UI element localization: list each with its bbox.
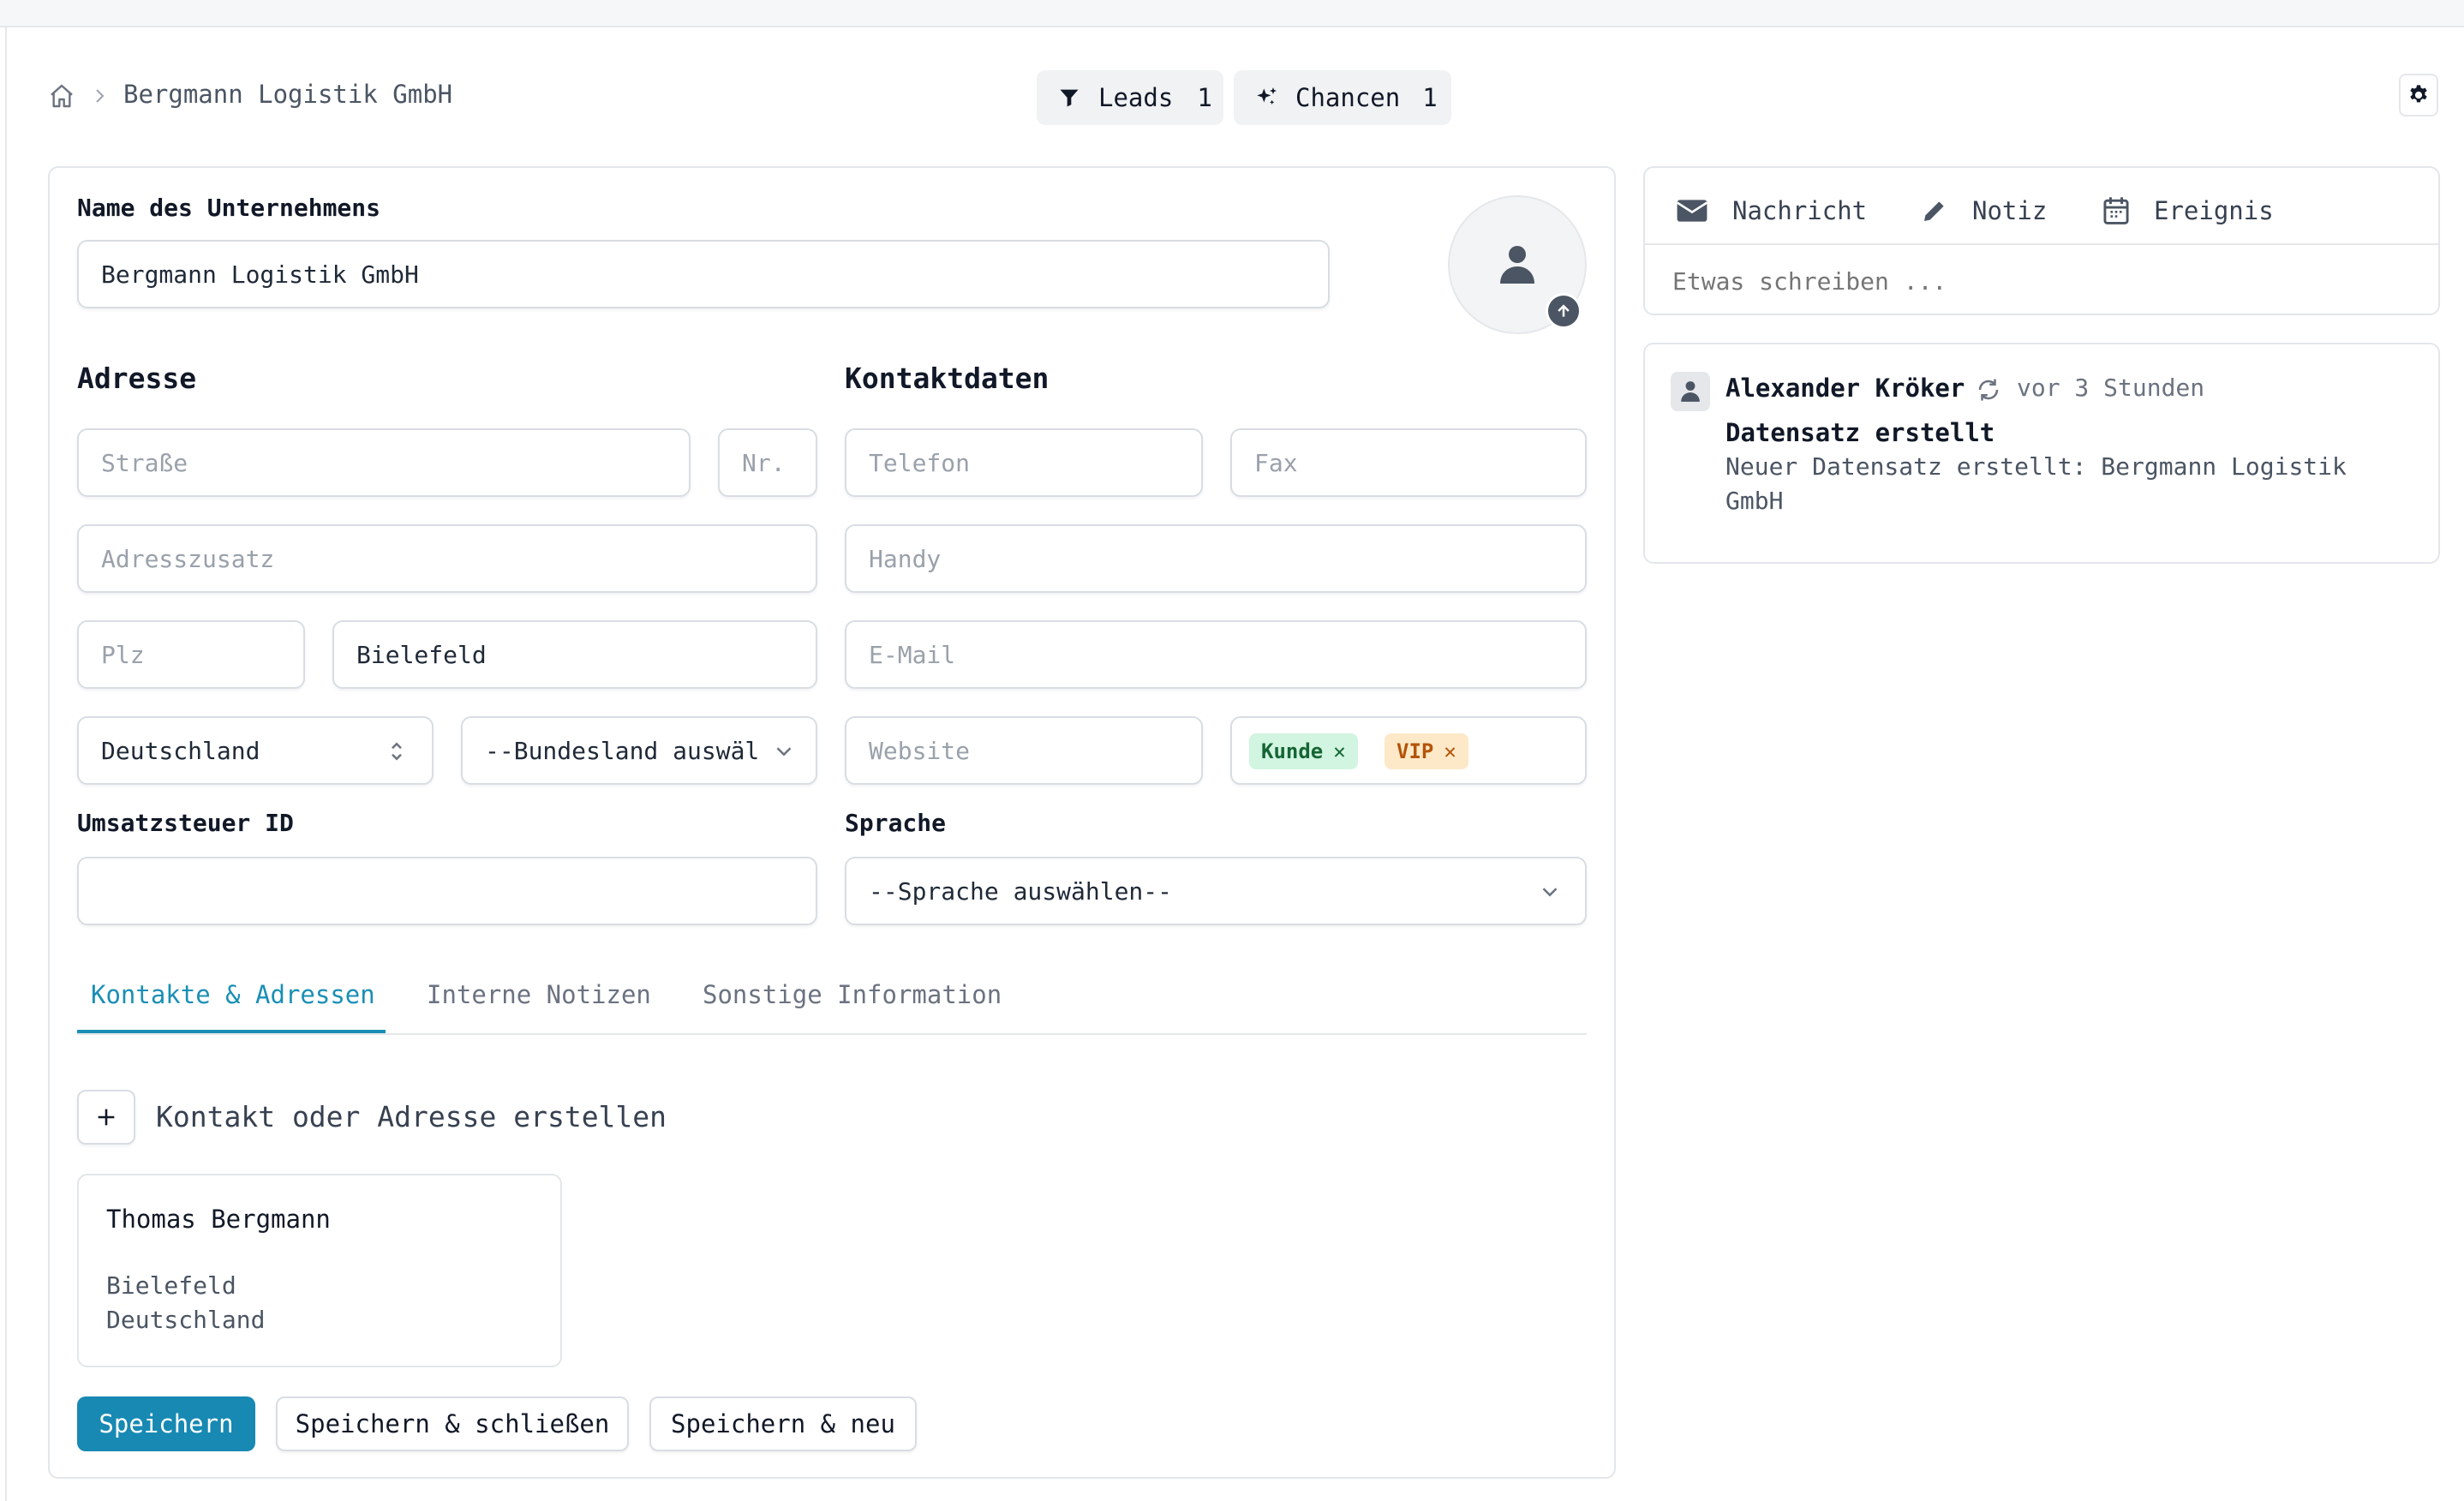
phone-field[interactable] xyxy=(845,428,1203,497)
activity-body-line1: Neuer Datensatz erstellt: Bergmann Logis… xyxy=(1725,452,2347,481)
street-input[interactable] xyxy=(79,430,689,495)
website-input[interactable] xyxy=(846,718,1201,783)
company-name-label: Name des Unternehmens xyxy=(77,194,381,222)
tab-interne-notizen[interactable]: Interne Notizen xyxy=(427,980,651,1009)
calendar-icon xyxy=(2102,196,2130,225)
activity-input-field[interactable] xyxy=(1645,248,2438,314)
tab-notiz-label: Notiz xyxy=(1972,196,2048,225)
mobile-input[interactable] xyxy=(846,526,1585,591)
tab-nachricht-label: Nachricht xyxy=(1732,196,1868,225)
tag-vip-label: VIP xyxy=(1396,739,1434,763)
vat-label: Umsatzsteuer ID xyxy=(77,809,294,837)
vat-field[interactable] xyxy=(77,857,817,925)
house-number-input[interactable] xyxy=(720,430,816,495)
tab-nachricht[interactable]: Nachricht xyxy=(1676,192,1867,230)
tags-field[interactable]: Kunde ✕ VIP ✕ xyxy=(1230,716,1587,785)
leads-label: Leads xyxy=(1098,83,1174,112)
contact-heading: Kontaktdaten xyxy=(845,362,1050,395)
contact-country: Deutschland xyxy=(106,1306,266,1334)
chevron-down-icon xyxy=(1537,879,1563,905)
envelope-icon xyxy=(1676,198,1708,224)
save-close-button[interactable]: Speichern & schließen xyxy=(276,1396,629,1451)
tabs-divider xyxy=(77,1033,1587,1035)
city-input[interactable] xyxy=(334,622,816,687)
company-name-field[interactable] xyxy=(77,240,1330,308)
close-icon[interactable]: ✕ xyxy=(1444,739,1456,763)
funnel-icon xyxy=(1057,86,1081,110)
chancen-label: Chancen xyxy=(1295,83,1401,112)
left-divider xyxy=(5,27,7,1501)
tab-kontakte-adressen[interactable]: Kontakte & Adressen xyxy=(91,980,375,1009)
website-field[interactable] xyxy=(845,716,1203,785)
close-icon[interactable]: ✕ xyxy=(1333,739,1345,763)
tab-notiz[interactable]: Notiz xyxy=(1921,192,2047,230)
language-label: Sprache xyxy=(845,809,947,837)
leads-count: 1 xyxy=(1197,83,1212,112)
address-heading: Adresse xyxy=(77,362,197,395)
breadcrumb-current: Bergmann Logistik GmbH xyxy=(123,80,453,109)
tab-sonstige-information[interactable]: Sonstige Information xyxy=(703,980,1002,1009)
create-contact-label[interactable]: Kontakt oder Adresse erstellen xyxy=(156,1100,667,1133)
activity-time: vor 3 Stunden xyxy=(2017,374,2205,402)
house-number-field[interactable] xyxy=(718,428,817,497)
email-field[interactable] xyxy=(845,620,1587,689)
plus-icon xyxy=(94,1105,118,1129)
user-icon xyxy=(1500,244,1534,285)
zip-input[interactable] xyxy=(79,622,303,687)
chancen-count: 1 xyxy=(1422,83,1438,112)
state-placeholder: --Bundesland auswäl xyxy=(485,736,760,765)
home-icon[interactable] xyxy=(48,82,75,110)
vat-input[interactable] xyxy=(79,858,816,924)
upload-avatar-button[interactable] xyxy=(1546,293,1582,329)
activity-body-line2: GmbH xyxy=(1725,487,1784,515)
composer-divider xyxy=(1645,243,2438,245)
language-placeholder: --Sprache auswählen-- xyxy=(869,876,1173,906)
tab-ereignis-label: Ereignis xyxy=(2154,196,2274,225)
tag-vip[interactable]: VIP ✕ xyxy=(1385,733,1468,769)
state-select[interactable]: --Bundesland auswäl xyxy=(461,716,817,785)
street-field[interactable] xyxy=(77,428,691,497)
arrow-up-icon xyxy=(1555,302,1572,320)
tag-kunde[interactable]: Kunde ✕ xyxy=(1249,733,1358,769)
chevron-right-icon xyxy=(89,86,110,106)
language-select[interactable]: --Sprache auswählen-- xyxy=(845,857,1587,925)
tag-kunde-label: Kunde xyxy=(1261,739,1324,763)
refresh-icon xyxy=(1976,377,2001,403)
contact-name: Thomas Bergmann xyxy=(106,1205,331,1234)
window-top-bar xyxy=(0,0,2464,27)
email-input[interactable] xyxy=(846,622,1585,687)
country-value: Deutschland xyxy=(101,736,260,765)
fax-field[interactable] xyxy=(1230,428,1587,497)
country-select[interactable]: Deutschland xyxy=(77,716,434,785)
leads-pill[interactable]: Leads 1 xyxy=(1037,70,1223,125)
add-contact-button[interactable] xyxy=(77,1090,135,1145)
pencil-icon xyxy=(1921,197,1948,224)
save-button[interactable]: Speichern xyxy=(77,1396,255,1451)
user-icon xyxy=(1681,380,1700,403)
activity-title: Datensatz erstellt xyxy=(1725,418,1995,447)
sparkles-icon xyxy=(1253,84,1280,111)
address-extra-input[interactable] xyxy=(79,526,816,591)
mobile-field[interactable] xyxy=(845,524,1587,593)
phone-input[interactable] xyxy=(846,430,1201,495)
activity-user-name: Alexander Kröker xyxy=(1725,374,1965,403)
chevron-updown-icon xyxy=(384,739,410,764)
zip-field[interactable] xyxy=(77,620,305,689)
contact-card[interactable]: Thomas Bergmann Bielefeld Deutschland xyxy=(77,1174,562,1367)
save-new-button[interactable]: Speichern & neu xyxy=(649,1396,917,1451)
company-name-input[interactable] xyxy=(79,242,1328,307)
contact-city: Bielefeld xyxy=(106,1271,236,1300)
settings-button[interactable] xyxy=(2399,74,2438,117)
chevron-down-icon xyxy=(771,739,797,764)
gear-icon xyxy=(2407,83,2431,107)
city-field[interactable] xyxy=(332,620,817,689)
activity-user-avatar xyxy=(1671,372,1710,411)
address-extra-field[interactable] xyxy=(77,524,817,593)
activity-input[interactable] xyxy=(1645,248,2438,314)
active-tab-indicator xyxy=(77,1030,386,1033)
fax-input[interactable] xyxy=(1232,430,1585,495)
chancen-pill[interactable]: Chancen 1 xyxy=(1234,70,1451,125)
tab-ereignis[interactable]: Ereignis xyxy=(2102,192,2274,230)
